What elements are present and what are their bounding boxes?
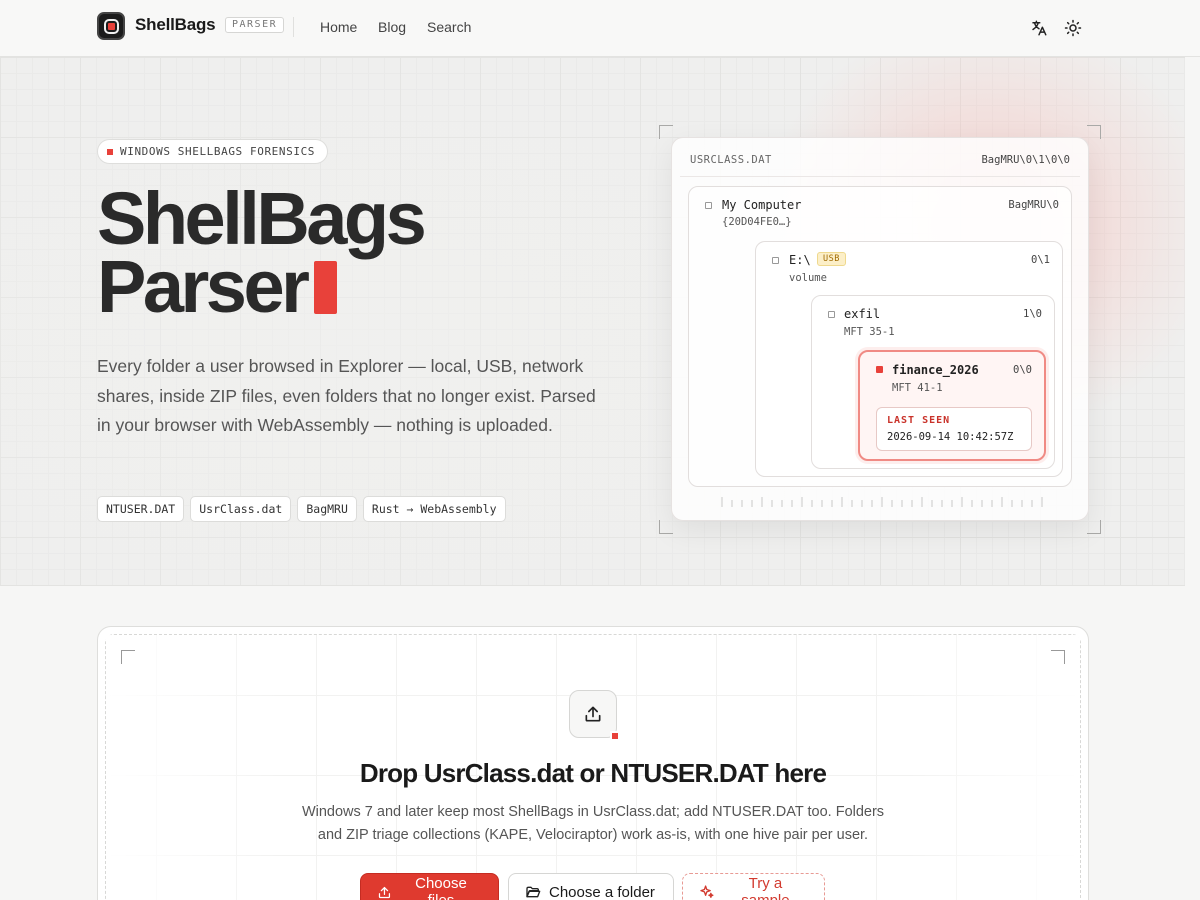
hero-title: ShellBags Parser <box>97 182 427 324</box>
node-sub: MFT 41-1 <box>892 382 943 394</box>
corner-bracket <box>1087 520 1101 534</box>
tag-bagmru: BagMRU <box>297 496 357 522</box>
folder-square-icon <box>772 257 779 264</box>
folder-square-icon <box>705 202 712 209</box>
choose-folder-label: Choose a folder <box>549 883 655 900</box>
try-sample-label: Try a sample <box>741 875 789 900</box>
corner-bracket <box>1051 650 1065 664</box>
corner-bracket <box>121 650 135 664</box>
eyebrow-label: WINDOWS SHELLBAGS FORENSICS <box>120 145 316 158</box>
brand-name[interactable]: ShellBags <box>135 15 216 35</box>
tag-usrclass: UsrClass.dat <box>190 496 292 522</box>
site-header: ShellBags PARSER Home Blog Search <box>0 0 1200 57</box>
sparkle-icon <box>700 885 714 898</box>
tree-node-finance-2026[interactable]: finance_2026 MFT 41-1 0\0 LAST SEEN 2026… <box>858 350 1046 461</box>
node-key: 0\1 <box>1031 254 1050 266</box>
shellbag-preview-card: USRCLASS.DAT BagMRU\0\1\0\0 My Computer … <box>671 137 1089 521</box>
preview-path: BagMRU\0\1\0\0 <box>981 154 1070 166</box>
node-sub: MFT 35-1 <box>844 326 895 338</box>
red-dot-icon <box>610 731 620 741</box>
dropzone-title: Drop UsrClass.dat or NTUSER.DAT here <box>359 758 827 788</box>
choose-folder-button[interactable]: Choose a folder <box>508 873 674 900</box>
choose-files-button[interactable]: Choose files <box>360 873 499 900</box>
choose-files-label: Choose files <box>415 875 467 900</box>
dropzone-subtitle: Windows 7 and later keep most ShellBags … <box>301 804 885 843</box>
tree-node-exfil: exfil MFT 35-1 1\0 finance_2026 MFT 41-1… <box>811 295 1055 469</box>
folder-square-icon <box>828 311 835 318</box>
nav-blog[interactable]: Blog <box>378 19 406 35</box>
timeline-ruler <box>721 497 1043 507</box>
node-key: 0\0 <box>1013 364 1032 376</box>
node-key: BagMRU\0 <box>1008 199 1059 211</box>
nav-home[interactable]: Home <box>320 19 357 35</box>
hero-description: Every folder a user browsed in Explorer … <box>97 356 596 435</box>
node-name: exfil <box>844 307 881 321</box>
tree-node-e-drive: E:\ USB volume 0\1 exfil MFT 35-1 1\0 fi… <box>755 241 1063 477</box>
upload-icon <box>378 886 391 898</box>
header-divider <box>293 17 294 37</box>
hero-eyebrow-pill: WINDOWS SHELLBAGS FORENSICS <box>97 139 329 164</box>
try-sample-button[interactable]: Try a sample <box>682 873 825 900</box>
node-sub: volume <box>789 272 827 284</box>
red-dot-icon <box>107 149 113 155</box>
hero-section: WINDOWS SHELLBAGS FORENSICS ShellBags Pa… <box>0 57 1185 586</box>
tag-ntuser: NTUSER.DAT <box>97 496 185 522</box>
tree-node-my-computer: My Computer {20D04FE0…} BagMRU\0 E:\ USB… <box>688 186 1072 487</box>
node-sub: {20D04FE0…} <box>722 216 792 228</box>
last-seen-value: 2026-09-14 10:42:57Z <box>887 431 1014 443</box>
selected-square-icon <box>876 366 883 373</box>
tag-rust-wasm: Rust → WebAssembly <box>362 496 506 522</box>
last-seen-label: LAST SEEN <box>887 415 951 426</box>
hero-title-line2: Parser <box>97 245 310 328</box>
preview-hive-name: USRCLASS.DAT <box>690 154 772 166</box>
corner-bracket <box>659 125 673 139</box>
node-name: My Computer <box>722 198 802 212</box>
corner-bracket <box>1087 125 1101 139</box>
node-name: finance_2026 <box>892 363 979 377</box>
nav-search[interactable]: Search <box>427 19 471 35</box>
node-key: 1\0 <box>1023 308 1042 320</box>
folder-open-icon <box>526 886 541 898</box>
usb-badge: USB <box>817 252 846 266</box>
parser-badge: PARSER <box>225 17 285 33</box>
logo-icon[interactable] <box>97 12 125 40</box>
node-name: E:\ <box>789 253 811 267</box>
sun-icon[interactable] <box>1063 18 1083 38</box>
corner-bracket <box>659 520 673 534</box>
hero-tags: NTUSER.DAT UsrClass.dat BagMRU Rust → We… <box>97 496 506 522</box>
cursor-block-icon <box>314 261 338 314</box>
translate-icon[interactable] <box>1029 18 1049 38</box>
last-seen-box: LAST SEEN 2026-09-14 10:42:57Z <box>876 407 1032 451</box>
